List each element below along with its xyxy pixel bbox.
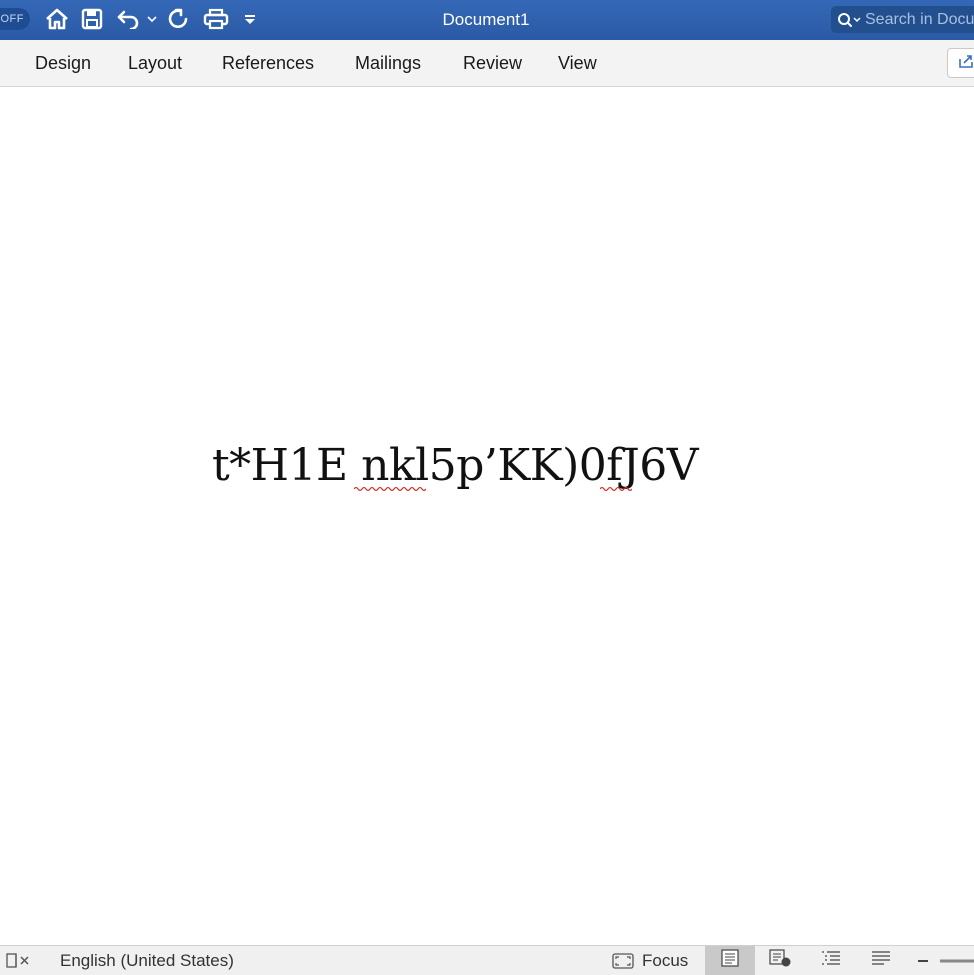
search-box[interactable] — [831, 6, 974, 33]
text-run: 6V — [639, 440, 698, 491]
outline-icon — [820, 950, 842, 971]
redo-icon[interactable] — [166, 6, 192, 32]
spellcheck-underline — [600, 486, 632, 492]
spellcheck-underline — [354, 486, 426, 492]
zoom-slider[interactable] — [940, 946, 974, 975]
text-run: t*H1E — [212, 440, 362, 491]
tab-review[interactable]: Review — [463, 40, 522, 86]
title-bar: OFF Document1 — [0, 0, 974, 40]
autosave-label: OFF — [0, 13, 24, 25]
print-layout-icon — [720, 949, 740, 972]
zoom-out-icon[interactable] — [916, 946, 930, 975]
customize-qat-icon[interactable] — [242, 6, 258, 32]
share-icon — [958, 53, 974, 74]
undo-icon[interactable] — [115, 6, 141, 32]
search-input[interactable] — [865, 10, 974, 29]
proofing-icon[interactable] — [6, 946, 32, 975]
misspelled-word[interactable]: nkl5p — [361, 440, 484, 491]
document-body-text[interactable]: t*H1E nkl5p’KK)0fJ6V — [212, 440, 698, 491]
ribbon-tab-bar: Design Layout References Mailings Review… — [0, 40, 974, 87]
tab-view[interactable]: View — [558, 40, 597, 86]
language-indicator[interactable]: English (United States) — [60, 946, 234, 975]
autosave-toggle[interactable]: OFF — [0, 8, 30, 30]
status-bar: English (United States) Focus — [0, 945, 974, 975]
misspelled-word[interactable]: fJ — [606, 440, 639, 491]
focus-icon[interactable] — [612, 946, 634, 975]
document-canvas[interactable] — [0, 87, 974, 945]
outline-view-button[interactable] — [806, 946, 856, 975]
print-icon[interactable] — [202, 6, 230, 32]
draft-icon — [870, 950, 892, 971]
web-layout-view-button[interactable] — [755, 946, 805, 975]
tab-design[interactable]: Design — [35, 40, 91, 86]
print-layout-view-button[interactable] — [705, 946, 755, 975]
home-icon[interactable] — [44, 6, 70, 32]
search-icon — [837, 6, 863, 33]
web-layout-icon — [768, 949, 792, 972]
undo-dropdown-chevron-icon[interactable] — [145, 6, 159, 32]
text-run: ’KK)0 — [483, 440, 607, 491]
tab-references[interactable]: References — [222, 40, 314, 86]
tab-mailings[interactable]: Mailings — [355, 40, 421, 86]
draft-view-button[interactable] — [856, 946, 906, 975]
share-button[interactable] — [947, 48, 974, 78]
focus-button-label[interactable]: Focus — [642, 946, 688, 975]
document-title: Document1 — [442, 10, 530, 29]
save-icon[interactable] — [80, 6, 104, 32]
tab-layout[interactable]: Layout — [128, 40, 182, 86]
